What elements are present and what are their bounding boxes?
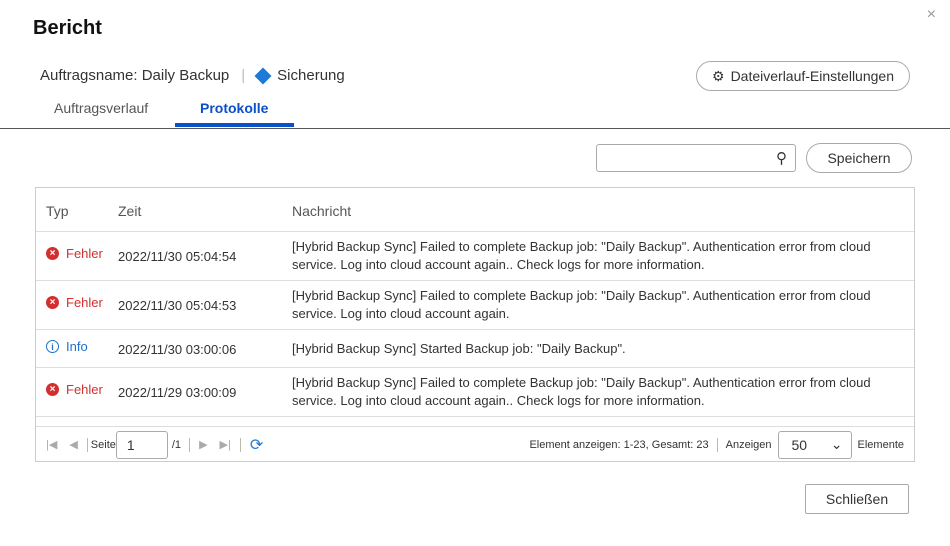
prev-page-icon[interactable]: ◀: [69, 438, 77, 451]
total-pages: /1: [171, 438, 182, 451]
header-time[interactable]: Zeit: [118, 203, 141, 219]
table-row[interactable]: × Fehler 2022/11/30 05:04:54 [Hybrid Back…: [36, 232, 914, 281]
pagination-bar: |◀ ◀ Seite 1 /1 ▶ ▶| ⟳ Element anzeigen:…: [36, 426, 914, 462]
header-message[interactable]: Nachricht: [292, 202, 892, 220]
page-input[interactable]: 1: [115, 430, 168, 459]
error-icon: ×: [46, 383, 59, 396]
row-type: Fehler: [66, 295, 103, 310]
chevron-down-icon: ⌄: [830, 436, 843, 452]
tab-logs[interactable]: Protokolle: [200, 100, 268, 116]
first-page-icon[interactable]: |◀: [46, 438, 57, 451]
next-page-icon[interactable]: ▶: [199, 438, 207, 451]
row-message: [Hybrid Backup Sync] Failed to complete …: [292, 239, 871, 272]
close-icon[interactable]: ×: [927, 6, 936, 24]
row-type: Fehler: [66, 382, 103, 397]
item-summary: Element anzeigen: 1-23, Gesamt: 23: [529, 438, 709, 451]
error-icon: ×: [46, 247, 59, 260]
divider: |: [241, 67, 246, 84]
save-button[interactable]: Speichern: [806, 143, 912, 173]
dialog-title: Bericht: [33, 17, 102, 39]
active-tab-indicator: [175, 123, 294, 127]
row-message: [Hybrid Backup Sync] Failed to complete …: [292, 288, 871, 321]
row-type: Fehler: [66, 246, 103, 261]
row-time: 2022/11/30 03:00:06: [118, 342, 237, 357]
last-page-icon[interactable]: ▶|: [220, 438, 231, 451]
row-time: 2022/11/30 05:04:53: [118, 298, 237, 313]
divider: [189, 437, 191, 452]
divider: [86, 437, 88, 452]
table-header: Typ Zeit Nachricht: [36, 188, 914, 232]
job-info: Auftragsname: Daily Backup | Sicherung: [40, 67, 345, 84]
search-icon[interactable]: ⚲: [776, 149, 787, 167]
divider: [716, 437, 718, 452]
items-label: Elemente: [857, 438, 904, 451]
show-label: Anzeigen: [725, 438, 772, 451]
table-row[interactable]: × Fehler 2022/11/30 05:04:53 [Hybrid Back…: [36, 281, 914, 330]
settings-button-label: Dateiverlauf-Einstellungen: [730, 68, 894, 84]
job-name: Auftragsname: Daily Backup: [40, 67, 230, 84]
search-input[interactable]: ⚲: [596, 144, 796, 172]
tab-job-history[interactable]: Auftragsverlauf: [54, 100, 148, 116]
row-message: [Hybrid Backup Sync] Started Backup job:…: [292, 341, 626, 356]
table-row[interactable]: i Info 2022/11/30 03:00:06 [Hybrid Backup…: [36, 330, 914, 368]
tab-bar: Auftragsverlauf Protokolle: [0, 96, 950, 129]
row-message: [Hybrid Backup Sync] Failed to complete …: [292, 375, 871, 408]
header-type[interactable]: Typ: [46, 203, 69, 219]
log-table: Typ Zeit Nachricht × Fehler 2022/11/30 05…: [35, 187, 915, 462]
divider: [239, 437, 241, 452]
backup-type-icon: [254, 67, 272, 84]
per-page-value: 50: [791, 436, 808, 453]
refresh-icon[interactable]: ⟳: [250, 435, 263, 455]
error-icon: ×: [46, 296, 59, 309]
gear-icon: ⚙: [712, 67, 725, 84]
per-page-select[interactable]: 50 ⌄: [777, 430, 852, 459]
table-row[interactable]: × Fehler 2022/11/29 03:00:09 [Hybrid Back…: [36, 368, 914, 417]
file-history-settings-button[interactable]: ⚙ Dateiverlauf-Einstellungen: [696, 61, 910, 91]
job-type: Sicherung: [277, 67, 345, 84]
info-icon: i: [46, 340, 59, 353]
row-type: Info: [66, 339, 88, 354]
row-time: 2022/11/30 05:04:54: [118, 249, 237, 264]
page-label: Seite: [90, 438, 116, 451]
close-button[interactable]: Schließen: [805, 484, 909, 514]
row-time: 2022/11/29 03:00:09: [118, 385, 237, 400]
